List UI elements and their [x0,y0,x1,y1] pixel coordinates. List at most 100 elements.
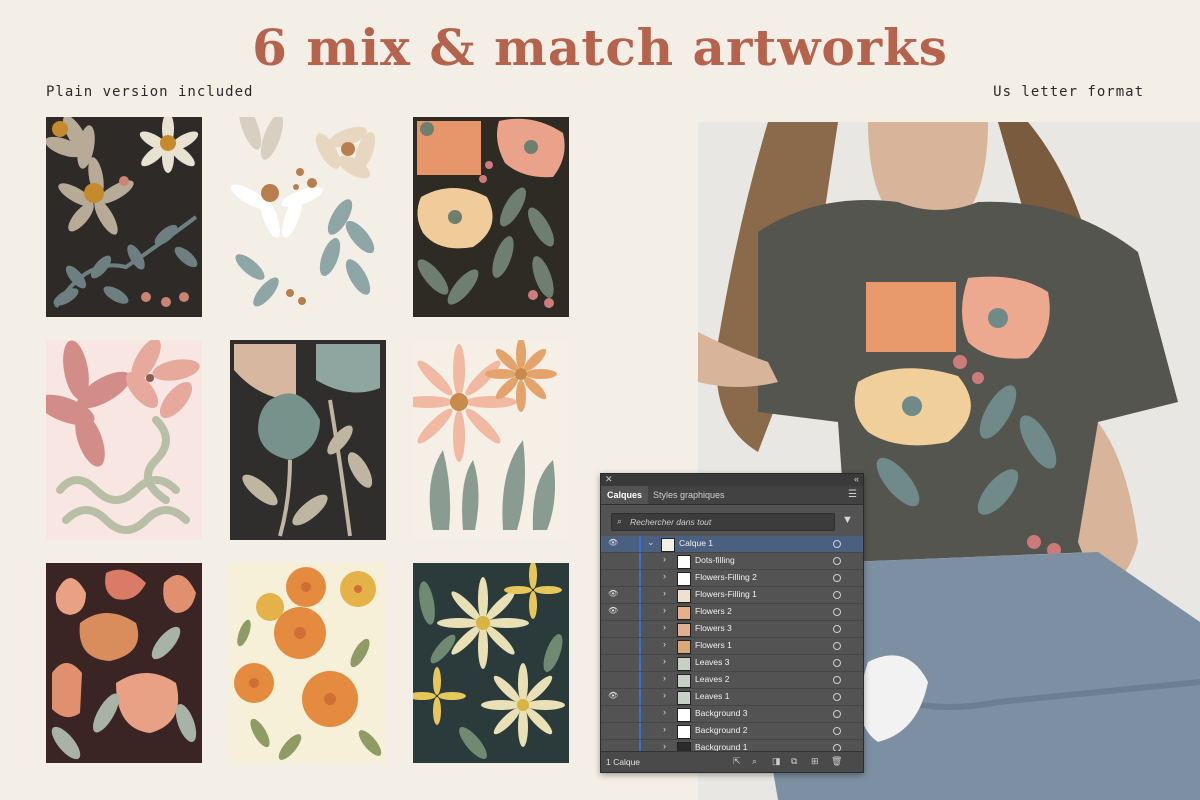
chevron-right-icon[interactable]: › [663,554,666,564]
artwork-tulip-maroon-illustration [46,563,202,763]
layer-row[interactable]: 👁 › Flowers 2 [601,604,863,621]
layer-row[interactable]: 👁 › Flowers-Filling 1 [601,587,863,604]
layer-target-icon[interactable] [833,574,841,582]
layer-color-bar [639,570,641,586]
layer-color-bar [639,621,641,637]
chevron-right-icon[interactable]: › [663,605,666,615]
layer-row[interactable]: › Dots-filling [601,553,863,570]
chevron-right-icon[interactable]: › [663,724,666,734]
new-layer-icon[interactable]: ⊞ [811,756,819,767]
layer-count: 1 Calque [606,757,641,767]
layers-panel: ✕ « Calques Styles graphiques ☰ ⌕ ▼ 👁 ⌄ Ca… [600,473,864,773]
chevron-right-icon[interactable]: › [663,656,666,666]
artwork-wave-pink [46,340,202,540]
layer-name: Background 2 [695,725,748,735]
layer-row[interactable]: › Background 3 [601,706,863,723]
chevron-right-icon[interactable]: › [663,673,666,683]
artwork-poppy-cream [230,563,386,763]
layer-thumbnail [677,589,691,603]
artwork-poppy-cream-illustration [230,563,386,763]
layer-row[interactable]: › Leaves 2 [601,672,863,689]
clipping-mask-icon[interactable]: ◨ [772,756,781,767]
layer-name: Flowers 2 [695,606,732,616]
layer-row[interactable]: 👁 › Leaves 1 [601,689,863,706]
chevron-right-icon[interactable]: › [663,707,666,717]
layer-row[interactable]: 👁 ⌄ Calque 1 [601,536,863,553]
visibility-eye-icon[interactable]: 👁 [608,538,618,547]
artwork-daisy-light [230,117,386,317]
layer-target-icon[interactable] [833,659,841,667]
new-sublayer-icon[interactable]: ⧉ [791,756,797,767]
layer-target-icon[interactable] [833,710,841,718]
layer-target-icon[interactable] [833,540,841,548]
chevron-right-icon[interactable]: › [663,639,666,649]
layer-name: Flowers 3 [695,623,732,633]
artwork-poppy-dark-illustration [413,117,569,317]
layer-target-icon[interactable] [833,727,841,735]
layer-row[interactable]: › Flowers 3 [601,621,863,638]
chevron-right-icon[interactable]: › [663,588,666,598]
layer-target-icon[interactable] [833,676,841,684]
page-title: 6 mix & match artworks [252,18,948,77]
panel-menu-icon[interactable]: ☰ [848,489,857,500]
layer-target-icon[interactable] [833,591,841,599]
layer-row[interactable]: › Leaves 3 [601,655,863,672]
artwork-daisy-light-illustration [230,117,386,317]
layer-thumbnail [677,555,691,569]
delete-layer-icon[interactable]: 🗑 [831,756,842,767]
close-icon[interactable]: ✕ [605,474,613,485]
artwork-daisy-peach [413,340,569,540]
artwork-tulip-dark-illustration [230,340,386,540]
format-note: Us letter format [993,84,1144,100]
artwork-daisy-dark-illustration [46,117,202,317]
layer-name: Leaves 1 [695,691,730,701]
layer-target-icon[interactable] [833,642,841,650]
tab-calques[interactable]: Calques [601,486,649,504]
layer-name: Flowers-Filling 1 [695,589,757,599]
search-icon: ⌕ [617,516,623,526]
visibility-eye-icon[interactable]: 👁 [608,589,618,598]
collapse-icon[interactable]: « [854,474,859,484]
tab-styles-graphiques[interactable]: Styles graphiques [647,486,731,504]
visibility-eye-icon[interactable]: 👁 [608,691,618,700]
layer-color-bar [639,553,641,569]
panel-title-bar: ✕ « [601,474,863,486]
layer-target-icon[interactable] [833,625,841,633]
layer-name: Leaves 2 [695,674,730,684]
layer-color-bar [639,638,641,654]
layer-color-bar [639,706,641,722]
layer-row[interactable]: › Background 2 [601,723,863,740]
layer-color-bar [639,723,641,739]
layer-thumbnail [677,572,691,586]
visibility-eye-icon[interactable]: 👁 [608,606,618,615]
layer-color-bar [639,689,641,705]
layer-name: Dots-filling [695,555,735,565]
panel-footer: 1 Calque ⇱ ⌕ ◨ ⧉ ⊞ 🗑 [601,751,863,772]
chevron-right-icon[interactable]: › [663,622,666,632]
layer-target-icon[interactable] [833,693,841,701]
layer-color-bar [639,655,641,671]
layer-target-icon[interactable] [833,608,841,616]
chevron-right-icon[interactable]: › [663,741,666,751]
layer-color-bar [639,587,641,603]
filter-icon[interactable]: ▼ [842,514,853,526]
chevron-right-icon[interactable]: › [663,690,666,700]
layer-name: Flowers 1 [695,640,732,650]
export-icon[interactable]: ⇱ [733,756,741,767]
layer-row[interactable]: › Flowers 1 [601,638,863,655]
layer-name: Calque 1 [679,538,714,548]
artwork-wave-pink-illustration [46,340,202,540]
layer-thumbnail [677,623,691,637]
layer-thumbnail [677,606,691,620]
chevron-down-icon[interactable]: ⌄ [647,537,655,548]
layer-row[interactable]: › Flowers-Filling 2 [601,570,863,587]
chevron-right-icon[interactable]: › [663,571,666,581]
layer-thumbnail [661,538,675,552]
locate-object-icon[interactable]: ⌕ [752,756,757,767]
artwork-daisy-peach-illustration [413,340,569,540]
layer-thumbnail [677,725,691,739]
layer-list: 👁 ⌄ Calque 1 › Dots-filling › Flowers-Filling … [601,536,863,757]
layer-search-input[interactable] [630,515,828,528]
plain-version-note: Plain version included [46,84,254,100]
layer-target-icon[interactable] [833,557,841,565]
